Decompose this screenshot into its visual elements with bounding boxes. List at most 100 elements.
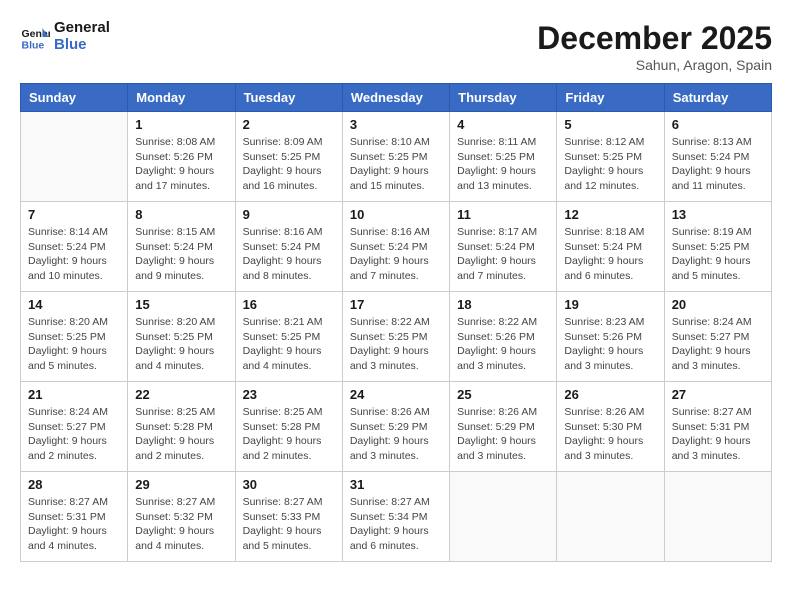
sunset-text: Sunset: 5:25 PM (350, 330, 442, 345)
daylight-text-1: Daylight: 9 hours (243, 254, 335, 269)
calendar-header-row: SundayMondayTuesdayWednesdayThursdayFrid… (21, 84, 772, 112)
weekday-header-sunday: Sunday (21, 84, 128, 112)
sunset-text: Sunset: 5:24 PM (243, 240, 335, 255)
calendar-cell: 31Sunrise: 8:27 AMSunset: 5:34 PMDayligh… (342, 472, 449, 562)
calendar-cell: 2Sunrise: 8:09 AMSunset: 5:25 PMDaylight… (235, 112, 342, 202)
sunrise-text: Sunrise: 8:27 AM (135, 495, 227, 510)
daylight-text-2: and 7 minutes. (350, 269, 442, 284)
day-info: Sunrise: 8:27 AMSunset: 5:31 PMDaylight:… (672, 405, 764, 464)
day-number: 9 (243, 207, 335, 222)
daylight-text-1: Daylight: 9 hours (243, 164, 335, 179)
calendar-cell: 1Sunrise: 8:08 AMSunset: 5:26 PMDaylight… (128, 112, 235, 202)
day-number: 28 (28, 477, 120, 492)
sunset-text: Sunset: 5:31 PM (672, 420, 764, 435)
sunset-text: Sunset: 5:29 PM (457, 420, 549, 435)
sunrise-text: Sunrise: 8:26 AM (457, 405, 549, 420)
calendar-cell: 18Sunrise: 8:22 AMSunset: 5:26 PMDayligh… (450, 292, 557, 382)
day-number: 7 (28, 207, 120, 222)
day-info: Sunrise: 8:26 AMSunset: 5:29 PMDaylight:… (457, 405, 549, 464)
sunset-text: Sunset: 5:27 PM (28, 420, 120, 435)
day-info: Sunrise: 8:18 AMSunset: 5:24 PMDaylight:… (564, 225, 656, 284)
daylight-text-1: Daylight: 9 hours (672, 434, 764, 449)
sunrise-text: Sunrise: 8:10 AM (350, 135, 442, 150)
calendar-cell (664, 472, 771, 562)
daylight-text-1: Daylight: 9 hours (564, 434, 656, 449)
day-number: 21 (28, 387, 120, 402)
day-number: 12 (564, 207, 656, 222)
daylight-text-1: Daylight: 9 hours (350, 524, 442, 539)
daylight-text-1: Daylight: 9 hours (243, 524, 335, 539)
weekday-header-wednesday: Wednesday (342, 84, 449, 112)
weekday-header-saturday: Saturday (664, 84, 771, 112)
calendar-week-3: 14Sunrise: 8:20 AMSunset: 5:25 PMDayligh… (21, 292, 772, 382)
calendar-cell: 29Sunrise: 8:27 AMSunset: 5:32 PMDayligh… (128, 472, 235, 562)
day-number: 24 (350, 387, 442, 402)
daylight-text-1: Daylight: 9 hours (243, 434, 335, 449)
daylight-text-2: and 6 minutes. (350, 539, 442, 554)
sunrise-text: Sunrise: 8:12 AM (564, 135, 656, 150)
daylight-text-2: and 10 minutes. (28, 269, 120, 284)
daylight-text-1: Daylight: 9 hours (28, 254, 120, 269)
sunrise-text: Sunrise: 8:18 AM (564, 225, 656, 240)
day-number: 15 (135, 297, 227, 312)
day-info: Sunrise: 8:20 AMSunset: 5:25 PMDaylight:… (28, 315, 120, 374)
sunrise-text: Sunrise: 8:24 AM (28, 405, 120, 420)
calendar-cell: 12 Sunrise: 8:18 AMSunset: 5:24 PMDayligh… (557, 202, 664, 292)
day-number: 14 (28, 297, 120, 312)
day-info: Sunrise: 8:09 AMSunset: 5:25 PMDaylight:… (243, 135, 335, 194)
sunrise-text: Sunrise: 8:15 AM (135, 225, 227, 240)
logo-general: General (54, 20, 110, 37)
calendar-cell: 16Sunrise: 8:21 AMSunset: 5:25 PMDayligh… (235, 292, 342, 382)
day-info: Sunrise: 8:17 AMSunset: 5:24 PMDaylight:… (457, 225, 549, 284)
daylight-text-1: Daylight: 9 hours (457, 344, 549, 359)
sunset-text: Sunset: 5:30 PM (564, 420, 656, 435)
daylight-text-1: Daylight: 9 hours (28, 524, 120, 539)
daylight-text-2: and 8 minutes. (243, 269, 335, 284)
day-info: Sunrise: 8:19 AMSunset: 5:25 PMDaylight:… (672, 225, 764, 284)
calendar-cell: 25Sunrise: 8:26 AMSunset: 5:29 PMDayligh… (450, 382, 557, 472)
daylight-text-2: and 3 minutes. (672, 359, 764, 374)
day-info: Sunrise: 8:16 AMSunset: 5:24 PMDaylight:… (243, 225, 335, 284)
daylight-text-2: and 4 minutes. (135, 359, 227, 374)
sunset-text: Sunset: 5:24 PM (135, 240, 227, 255)
calendar-cell: 14 Sunrise: 8:20 AMSunset: 5:25 PMDayligh… (21, 292, 128, 382)
sunrise-text: Sunrise: 8:27 AM (243, 495, 335, 510)
sunrise-text: Sunrise: 8:08 AM (135, 135, 227, 150)
daylight-text-1: Daylight: 9 hours (564, 164, 656, 179)
day-number: 22 (135, 387, 227, 402)
svg-text:Blue: Blue (22, 39, 45, 51)
day-info: Sunrise: 8:25 AMSunset: 5:28 PMDaylight:… (135, 405, 227, 464)
calendar-cell: 28Sunrise: 8:27 AMSunset: 5:31 PMDayligh… (21, 472, 128, 562)
sunset-text: Sunset: 5:32 PM (135, 510, 227, 525)
calendar-cell: 9 Sunrise: 8:16 AMSunset: 5:24 PMDaylight… (235, 202, 342, 292)
day-info: Sunrise: 8:23 AMSunset: 5:26 PMDaylight:… (564, 315, 656, 374)
sunrise-text: Sunrise: 8:19 AM (672, 225, 764, 240)
daylight-text-1: Daylight: 9 hours (135, 434, 227, 449)
day-number: 27 (672, 387, 764, 402)
day-info: Sunrise: 8:22 AMSunset: 5:26 PMDaylight:… (457, 315, 549, 374)
sunset-text: Sunset: 5:33 PM (243, 510, 335, 525)
sunset-text: Sunset: 5:24 PM (672, 150, 764, 165)
sunset-text: Sunset: 5:27 PM (672, 330, 764, 345)
sunset-text: Sunset: 5:24 PM (28, 240, 120, 255)
calendar-cell: 15Sunrise: 8:20 AMSunset: 5:25 PMDayligh… (128, 292, 235, 382)
daylight-text-1: Daylight: 9 hours (564, 344, 656, 359)
weekday-header-monday: Monday (128, 84, 235, 112)
daylight-text-2: and 11 minutes. (672, 179, 764, 194)
day-info: Sunrise: 8:27 AMSunset: 5:34 PMDaylight:… (350, 495, 442, 554)
logo: General Blue General Blue (20, 20, 110, 53)
day-number: 4 (457, 117, 549, 132)
daylight-text-2: and 15 minutes. (350, 179, 442, 194)
calendar-cell: 11Sunrise: 8:17 AMSunset: 5:24 PMDayligh… (450, 202, 557, 292)
sunrise-text: Sunrise: 8:25 AM (135, 405, 227, 420)
sunrise-text: Sunrise: 8:20 AM (135, 315, 227, 330)
day-number: 29 (135, 477, 227, 492)
daylight-text-2: and 3 minutes. (457, 359, 549, 374)
sunrise-text: Sunrise: 8:26 AM (564, 405, 656, 420)
sunset-text: Sunset: 5:24 PM (564, 240, 656, 255)
daylight-text-2: and 5 minutes. (243, 539, 335, 554)
sunset-text: Sunset: 5:26 PM (135, 150, 227, 165)
sunrise-text: Sunrise: 8:25 AM (243, 405, 335, 420)
daylight-text-2: and 3 minutes. (350, 449, 442, 464)
daylight-text-2: and 3 minutes. (672, 449, 764, 464)
